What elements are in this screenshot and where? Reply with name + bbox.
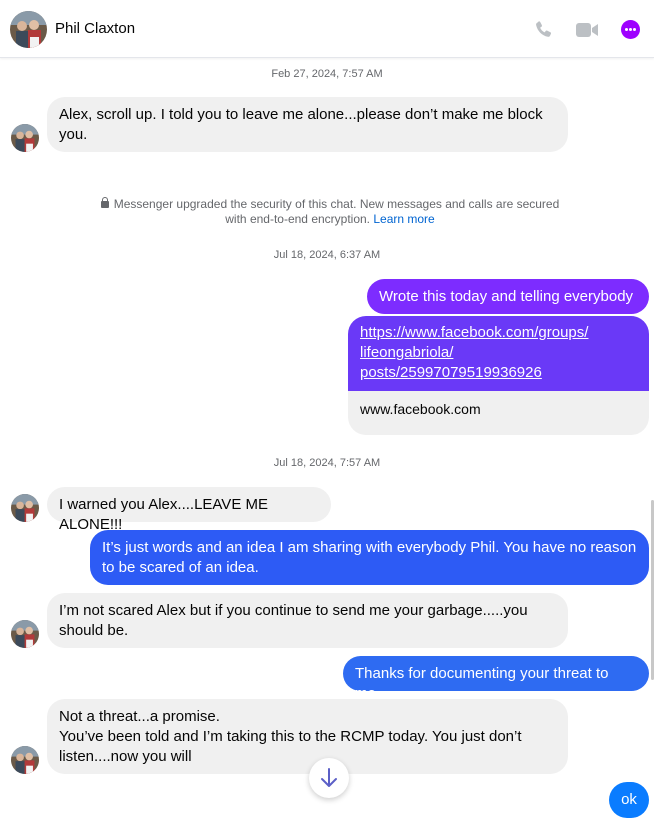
notice-text: with end-to-end encryption. xyxy=(225,212,374,226)
link-url-line[interactable]: posts/25997079519936926 xyxy=(360,363,637,383)
message-line: listen....now you will xyxy=(59,748,192,765)
ok-button[interactable]: ok xyxy=(609,782,649,818)
message-line: to be scared of an idea. xyxy=(102,559,259,576)
more-icon[interactable] xyxy=(621,20,640,39)
message-line: I’m not scared Alex but if you continue … xyxy=(59,602,528,619)
arrow-down-icon xyxy=(321,768,337,787)
video-icon[interactable] xyxy=(575,18,599,42)
outgoing-message[interactable]: Thanks for documenting your threat to me… xyxy=(343,656,649,702)
message-line: I warned you Alex....LEAVE ME ALONE!!! xyxy=(59,496,268,533)
avatar-photo xyxy=(10,11,47,48)
incoming-message[interactable]: Alex, scroll up. I told you to leave me … xyxy=(47,97,568,152)
link-url[interactable]: https://www.facebook.com/groups/ lifeong… xyxy=(348,316,649,391)
avatar[interactable] xyxy=(11,746,39,774)
chat-header: Phil Claxton xyxy=(0,0,654,58)
phone-icon[interactable] xyxy=(532,18,556,42)
timestamp: Feb 27, 2024, 7:57 AM xyxy=(271,68,383,80)
message-line: you. xyxy=(59,126,88,143)
avatar[interactable] xyxy=(10,11,47,48)
incoming-message[interactable]: I warned you Alex....LEAVE ME ALONE!!! xyxy=(47,487,331,533)
outgoing-message[interactable]: It’s just words and an idea I am sharing… xyxy=(90,530,649,585)
notice-text: Messenger upgraded the security of this … xyxy=(113,197,560,211)
timestamp: Jul 18, 2024, 7:57 AM xyxy=(273,457,381,469)
incoming-message[interactable]: I’m not scared Alex but if you continue … xyxy=(47,593,568,648)
learn-more-link[interactable]: Learn more xyxy=(373,212,434,226)
outgoing-message[interactable]: Wrote this today and telling everybody xyxy=(367,279,649,314)
contact-name[interactable]: Phil Claxton xyxy=(55,20,135,37)
incoming-message[interactable]: Not a threat...a promise. You’ve been to… xyxy=(47,699,568,774)
link-url-line[interactable]: lifeongabriola/ xyxy=(360,343,637,363)
avatar[interactable] xyxy=(11,124,39,152)
message-line: Thanks for documenting your threat to me… xyxy=(355,665,609,702)
link-domain[interactable]: www.facebook.com xyxy=(348,391,649,435)
message-line: should be. xyxy=(59,622,129,639)
scroll-to-bottom-button[interactable] xyxy=(309,758,349,798)
message-line: You’ve been told and I’m taking this to … xyxy=(59,728,522,745)
link-url-line[interactable]: https://www.facebook.com/groups/ xyxy=(360,323,637,343)
message-line: Not a threat...a promise. xyxy=(59,708,220,725)
link-preview-card[interactable]: https://www.facebook.com/groups/ lifeong… xyxy=(348,316,649,435)
message-line: It’s just words and an idea I am sharing… xyxy=(102,539,637,556)
timestamp: Jul 18, 2024, 6:37 AM xyxy=(273,249,381,261)
encryption-notice: Messenger upgraded the security of this … xyxy=(100,197,560,227)
lock-icon xyxy=(100,197,109,208)
avatar[interactable] xyxy=(11,620,39,648)
avatar[interactable] xyxy=(11,494,39,522)
message-line: Wrote this today and telling everybody xyxy=(379,288,634,305)
message-line: Alex, scroll up. I told you to leave me … xyxy=(59,106,543,123)
